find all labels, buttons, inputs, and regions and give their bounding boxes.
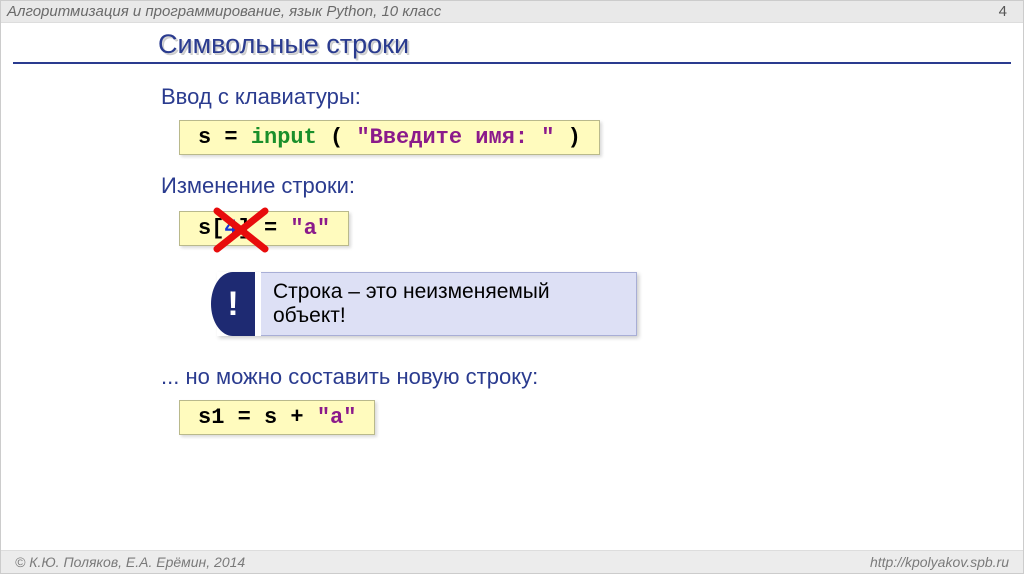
code-string-a: "a" — [290, 216, 330, 241]
code-token: ] — [238, 216, 251, 241]
course-title: Алгоритмизация и программирование, язык … — [7, 3, 441, 20]
title-row: Символьные строки — [13, 23, 1011, 64]
code-token: s — [198, 216, 211, 241]
slide-header: Алгоритмизация и программирование, язык … — [1, 1, 1023, 23]
slide-content: Ввод с клавиатуры: s = input ( "Введите … — [1, 64, 1023, 435]
heading-change: Изменение строки: — [161, 173, 1023, 199]
callout-box: ! Строка – это неизменяемый объект! — [217, 272, 637, 336]
code-token: [ — [211, 216, 224, 241]
code-token: s — [264, 405, 277, 430]
slide-title: Символьные строки — [158, 29, 1011, 60]
code-token: = — [211, 125, 251, 150]
code-token: = — [251, 216, 291, 241]
code-token: ( — [317, 125, 357, 150]
code-token: s — [198, 125, 211, 150]
code-input: s = input ( "Введите имя: " ) — [179, 120, 600, 155]
callout-text: Строка – это неизменяемый объект! — [261, 272, 637, 336]
code-token: ) — [554, 125, 580, 150]
exclamation-icon: ! — [211, 272, 255, 336]
code-string-a2: "a" — [317, 405, 357, 430]
code-change-wrap: s[4] = "a" — [179, 211, 349, 246]
slide-footer: © К.Ю. Поляков, Е.А. Ерёмин, 2014 http:/… — [1, 550, 1023, 573]
code-string-prompt: "Введите имя: " — [356, 125, 554, 150]
code-number-index: 4 — [224, 216, 237, 241]
code-token: s1 — [198, 405, 224, 430]
code-token: + — [277, 405, 317, 430]
footer-url: http://kpolyakov.spb.ru — [870, 554, 1009, 570]
code-change: s[4] = "a" — [179, 211, 349, 246]
footer-copyright: © К.Ю. Поляков, Е.А. Ерёмин, 2014 — [15, 554, 245, 570]
heading-input: Ввод с клавиатуры: — [161, 84, 1023, 110]
page-number: 4 — [999, 3, 1007, 20]
code-keyword-input: input — [251, 125, 317, 150]
heading-newstr: ... но можно составить новую строку: — [161, 364, 1023, 390]
slide: Алгоритмизация и программирование, язык … — [0, 0, 1024, 574]
code-token: = — [224, 405, 264, 430]
code-newstr: s1 = s + "a" — [179, 400, 375, 435]
